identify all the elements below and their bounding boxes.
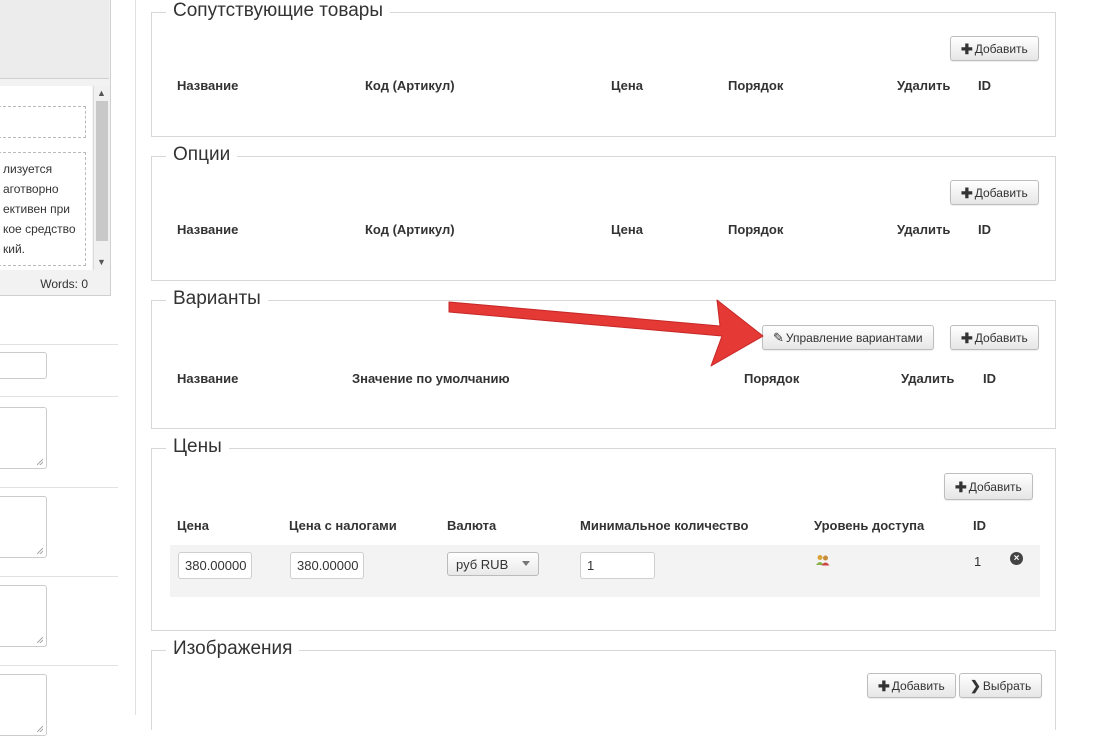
editor-text-line: ективен при [3,202,71,216]
price-id: 1 [974,554,982,569]
column-header: ID [983,371,996,386]
pencil-icon: ✎ [773,329,784,345]
left-textarea[interactable] [0,496,47,558]
plus-icon: ✚ [961,40,973,57]
section-title: Цены [166,436,229,458]
column-divider [135,0,136,715]
button-label: Добавить [974,330,1028,345]
column-header: Код (Артикул) [365,78,455,93]
left-text-input[interactable] [0,352,47,379]
column-header: Цена [611,222,643,237]
editor-text-line: аготворно [3,182,59,196]
plus-icon: ✚ [878,677,890,694]
price-input[interactable]: 380.00000 [178,552,252,579]
remove-icon[interactable]: × [1010,552,1023,565]
section-title: Опции [166,144,238,166]
button-label: Добавить [968,479,1022,494]
add-variant-button[interactable]: ✚ Добавить [950,325,1039,350]
wysiwyg-editor: лизуется аготворно ективен при кое средс… [0,0,111,296]
column-header: Удалить [897,78,951,93]
left-textarea[interactable] [0,407,47,469]
left-textarea[interactable] [0,674,47,736]
editor-scrollbar[interactable]: ▲ ▼ [93,86,110,270]
chevron-down-icon [522,561,530,566]
manage-variants-button[interactable]: ✎ Управление вариантами [762,325,934,350]
button-label: Добавить [891,678,945,693]
options-section: Опции ✚ Добавить Название Код (Артикул) … [151,144,1056,281]
word-count: Words: 0 [40,277,88,291]
column-header: Валюта [447,518,497,533]
add-image-button[interactable]: ✚ Добавить [867,673,956,698]
column-header: Удалить [901,371,955,386]
column-header: Удалить [897,222,951,237]
column-header: Порядок [728,78,784,93]
min-quantity-input[interactable]: 1 [580,552,655,579]
editor-text-line: кое средство [3,222,76,236]
column-header: Цена [177,518,209,533]
column-header: Порядок [728,222,784,237]
column-header: Название [177,371,239,386]
section-title: Сопутствующие товары [166,0,391,22]
column-header: Порядок [744,371,800,386]
currency-value: руб RUB [456,556,509,572]
plus-icon: ✚ [961,184,973,201]
editor-text-line: лизуется [3,162,53,176]
divider [0,396,118,397]
table-row: 380.00000 380.00000 руб RUB 1 1 × [170,545,1040,597]
column-header: Код (Артикул) [365,222,455,237]
column-header: ID [978,78,991,93]
column-header: Уровень доступа [814,518,925,533]
divider [0,576,118,577]
add-related-button[interactable]: ✚ Добавить [950,36,1039,61]
column-header: Цена [611,78,643,93]
section-title: Варианты [166,288,268,310]
editor-toolbar [0,0,109,79]
add-price-button[interactable]: ✚ Добавить [944,473,1033,500]
editor-text-line: кий. [3,242,25,256]
users-icon[interactable] [816,553,830,566]
column-header: ID [978,222,991,237]
plus-icon: ✚ [961,329,973,346]
button-label: Добавить [974,41,1028,56]
left-textarea[interactable] [0,585,47,647]
scroll-thumb[interactable] [96,101,108,241]
column-header: Значение по умолчанию [352,371,510,386]
column-header: Цена с налогами [289,518,397,533]
divider [0,344,118,345]
related-products-section: Сопутствующие товары ✚ Добавить Название… [151,0,1056,137]
column-header: ID [973,518,986,533]
prices-section: Цены ✚ Добавить Цена Цена с налогами Вал… [151,436,1056,631]
editor-block [0,106,86,138]
button-label: Управление вариантами [785,330,923,345]
variants-section: Варианты ✎ Управление вариантами ✚ Добав… [151,288,1056,429]
section-title: Изображения [166,638,300,660]
column-header: Название [177,78,239,93]
price-tax-input[interactable]: 380.00000 [290,552,364,579]
divider [0,487,118,488]
currency-select[interactable]: руб RUB [447,552,539,576]
images-section: Изображения ✚ Добавить ❯ Выбрать [151,638,1056,730]
scroll-down-icon[interactable]: ▼ [97,257,106,267]
button-label: Выбрать [982,678,1032,693]
column-header: Минимальное количество [580,518,749,533]
button-label: Добавить [974,185,1028,200]
plus-icon: ✚ [955,478,967,495]
divider [0,665,118,666]
add-option-button[interactable]: ✚ Добавить [950,180,1039,205]
column-header: Название [177,222,239,237]
chevron-right-icon: ❯ [970,677,981,693]
scroll-up-icon[interactable]: ▲ [97,88,106,98]
choose-image-button[interactable]: ❯ Выбрать [959,673,1043,698]
